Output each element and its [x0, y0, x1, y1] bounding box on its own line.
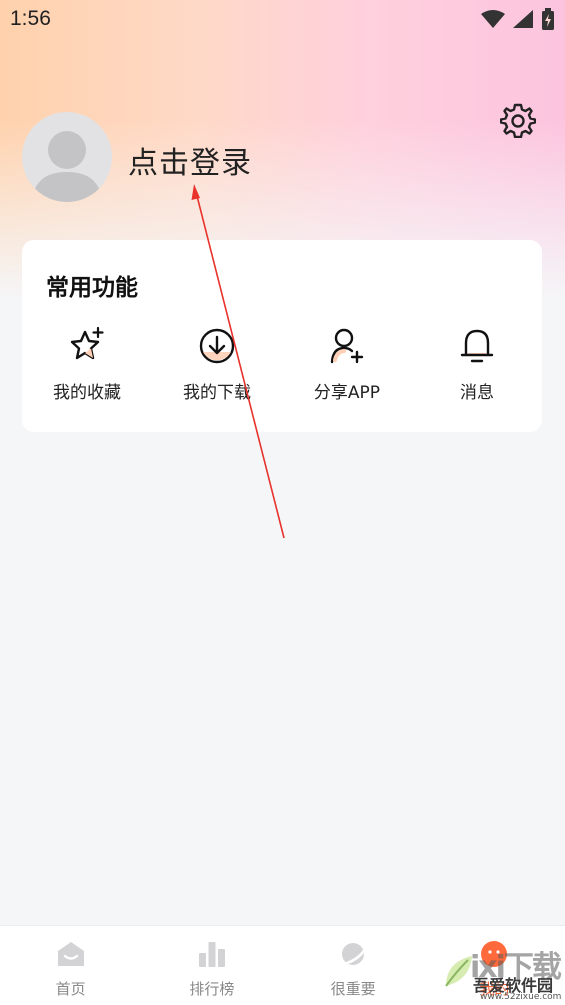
- card-title: 常用功能: [46, 275, 138, 301]
- bar-chart-icon: [196, 938, 228, 970]
- tab-important[interactable]: 很重要: [283, 926, 424, 1005]
- features-row: 我的收藏 我的下载 分享APP 消息: [22, 326, 542, 406]
- wifi-icon: [481, 10, 505, 28]
- tab-label: 排行榜: [189, 980, 235, 998]
- feature-share-app[interactable]: 分享APP: [282, 326, 412, 406]
- star-sparkle-icon: [67, 326, 107, 366]
- watermark-logo: ixi下载 吾爱软件园 www.52zixue.com: [440, 940, 565, 1005]
- feature-label: 分享APP: [313, 383, 381, 403]
- tab-rankings[interactable]: 排行榜: [141, 926, 282, 1005]
- download-circle-icon: [197, 326, 237, 366]
- status-bar: 1:56: [0, 0, 565, 38]
- avatar[interactable]: [22, 112, 112, 202]
- status-time: 1:56: [10, 7, 51, 30]
- add-user-icon: [327, 326, 367, 366]
- feature-downloads[interactable]: 我的下载: [152, 326, 282, 406]
- feature-label: 消息: [460, 383, 494, 403]
- watermark-url: www.52zixue.com: [480, 992, 562, 1002]
- login-link[interactable]: 点击登录: [128, 138, 252, 182]
- feature-label: 我的收藏: [53, 383, 121, 403]
- planet-icon: [337, 938, 369, 970]
- signal-icon: [513, 10, 533, 28]
- gear-icon: [500, 103, 536, 138]
- feature-label: 我的下载: [183, 383, 251, 403]
- tab-label: 很重要: [330, 980, 376, 998]
- default-avatar-icon: [32, 131, 102, 202]
- status-icons: [481, 8, 555, 30]
- home-icon: [55, 938, 87, 970]
- bell-icon: [457, 326, 497, 366]
- settings-button[interactable]: [498, 100, 538, 140]
- battery-charging-icon: [542, 8, 554, 30]
- common-functions-card: 常用功能 我的收藏 我的下载 分享APP 消息: [22, 240, 542, 432]
- feature-messages[interactable]: 消息: [412, 326, 542, 406]
- feature-favorites[interactable]: 我的收藏: [22, 326, 152, 406]
- tab-home[interactable]: 首页: [0, 926, 141, 1005]
- tab-label: 首页: [55, 980, 86, 998]
